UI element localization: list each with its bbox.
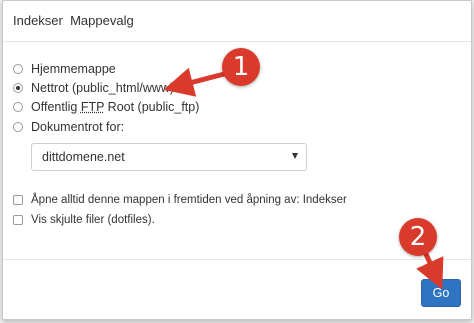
arrow-2	[416, 249, 444, 290]
annotation-badge-2: 2	[399, 218, 437, 256]
annotation-badge-1: 1	[222, 48, 260, 86]
